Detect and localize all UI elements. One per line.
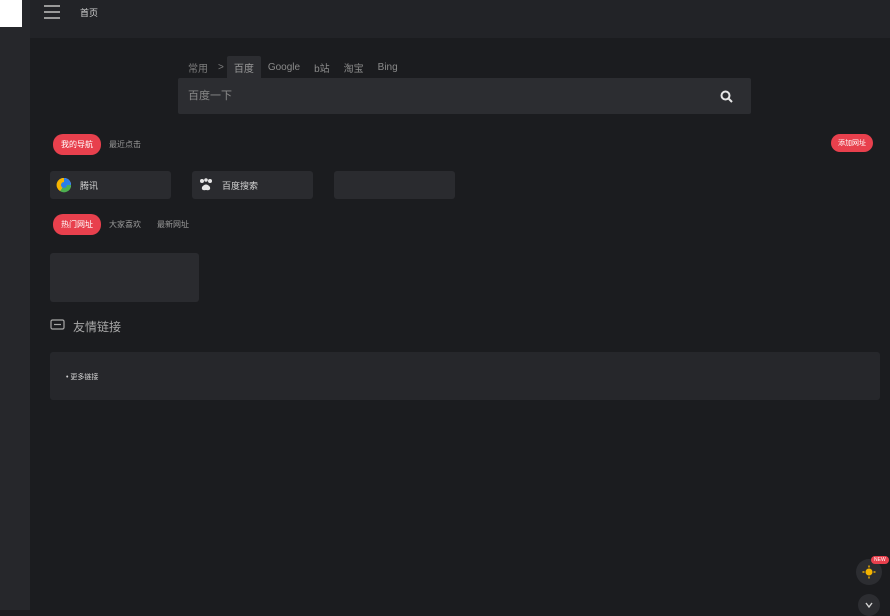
scroll-down-button[interactable] [858, 594, 880, 616]
more-links[interactable]: • 更多链接 [66, 372, 98, 382]
logo[interactable] [0, 0, 22, 27]
tencent-icon [56, 177, 72, 193]
site-card-tencent[interactable]: 腾讯 [50, 171, 171, 199]
search-tab-group[interactable]: 常用 [178, 56, 215, 79]
search-input[interactable] [178, 78, 698, 114]
search-area: 常用 > 百度 Google b站 淘宝 Bing [178, 55, 751, 114]
search-button[interactable] [701, 78, 751, 114]
sidebar [0, 0, 30, 610]
tab-hot-sites[interactable]: 热门网址 [53, 214, 101, 235]
tab-recent[interactable]: 最近点击 [101, 134, 149, 155]
topbar: 首页 [30, 0, 890, 38]
tab-newest[interactable]: 最新网址 [149, 214, 197, 235]
theme-icon [862, 565, 876, 579]
search-tab-google[interactable]: Google [261, 58, 307, 77]
search-tab-taobao[interactable]: 淘宝 [337, 56, 371, 79]
friends-panel: • 更多链接 [50, 352, 880, 400]
hot-site-card[interactable] [50, 253, 199, 302]
site-label: 腾讯 [80, 180, 99, 191]
search-tab-baidu[interactable]: 百度 [226, 55, 261, 79]
add-site-button[interactable]: 添加网址 [831, 134, 873, 152]
site-label: 百度搜索 [222, 180, 259, 191]
tab-popular[interactable]: 大家喜欢 [101, 214, 149, 235]
link-icon [50, 319, 65, 334]
search-box [178, 78, 751, 114]
hot-tabs: 热门网址 大家喜欢 最新网址 [53, 214, 197, 235]
nav-tabs: 我的导航 最近点击 [53, 134, 149, 155]
site-card-empty[interactable] [334, 171, 455, 199]
search-tab-separator: > [218, 61, 224, 73]
site-card-baidu[interactable]: 百度搜索 [192, 171, 313, 199]
search-tabs: 常用 > 百度 Google b站 淘宝 Bing [178, 55, 751, 79]
arrow-down-icon [865, 602, 873, 609]
search-icon [720, 90, 733, 103]
search-tab-bing[interactable]: Bing [371, 58, 405, 77]
new-badge: NEW [871, 556, 889, 564]
tab-my-nav[interactable]: 我的导航 [53, 134, 101, 155]
baidu-icon [198, 177, 214, 193]
friends-title: 友情链接 [73, 320, 122, 334]
search-tab-bilibili[interactable]: b站 [307, 56, 337, 79]
friends-heading: 友情链接 [50, 318, 121, 335]
menu-icon[interactable] [44, 5, 60, 19]
page-title: 首页 [80, 8, 99, 18]
